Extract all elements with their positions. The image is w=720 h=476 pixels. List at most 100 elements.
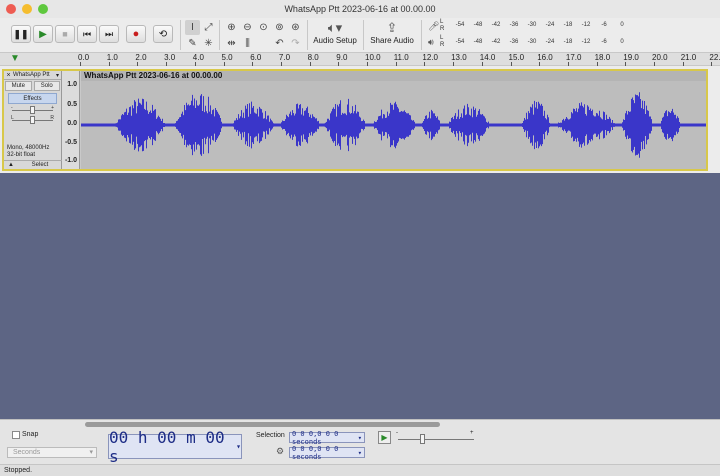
- track-control-panel: × WhatsApp Ptt ▾ Mute Solo Effects - + L…: [4, 71, 62, 169]
- ruler-label: 11.0: [393, 53, 409, 62]
- mute-button[interactable]: Mute: [5, 81, 32, 91]
- ruler-label: 17.0: [565, 53, 582, 62]
- skip-to-end-button[interactable]: ⏭: [99, 25, 119, 43]
- clip-title[interactable]: WhatsApp Ptt 2023-06-16 at 00.00.00: [81, 71, 706, 81]
- gear-icon[interactable]: ⚙: [276, 446, 284, 457]
- playback-meter-icon[interactable]: 🔊︎: [428, 37, 434, 48]
- ruler-label: 22.0: [709, 53, 720, 62]
- gain-knob[interactable]: [30, 106, 35, 114]
- timeline-ruler[interactable]: ▼ 0.0 1.0 2.0 3.0 4.0 5.0 6.0 7.0 8.0 9.0 10.0 11.0…: [0, 52, 720, 66]
- status-text: Stopped.: [4, 467, 33, 474]
- zoom-in-button[interactable]: ⊕: [224, 20, 239, 35]
- microphone-icon[interactable]: 🎤︎: [428, 21, 439, 32]
- snap-unit-select[interactable]: Seconds ▾: [7, 447, 97, 458]
- ruler-label: 13.0: [451, 53, 467, 62]
- track-name-menu[interactable]: WhatsApp Ptt: [13, 72, 56, 78]
- record-meter-scale[interactable]: -54 -48 -42 -36 -30 -24 -18 -12 -6 0: [452, 22, 630, 28]
- pencil-icon: ✎: [188, 38, 197, 49]
- main-toolbar: ❚❚ ▶ ■ ⏮ ⏭ ● ⟲ I ⤢ ✎ ✳ ⊕ ⊖ ⊙ ⊚ ⊛ ⇹ ⫼ ↶ ↷…: [0, 18, 720, 52]
- scale-label: 0.0: [67, 120, 77, 127]
- ruler-tick: [625, 62, 627, 66]
- record-meter-channels: LR: [440, 19, 445, 32]
- ruler-tick: [682, 62, 684, 66]
- speed-max-label: +: [470, 430, 474, 436]
- amplitude-scale[interactable]: 1.0 0.5 0.0 -0.5 -1.0: [62, 71, 80, 169]
- selection-end-field[interactable]: 0 0 0,0 0 0 seconds ▾: [289, 445, 365, 461]
- selection-label: Selection: [256, 432, 285, 439]
- solo-button[interactable]: Solo: [33, 81, 60, 91]
- play-at-speed-button[interactable]: ▶: [378, 431, 391, 444]
- loop-button[interactable]: ⟲: [153, 25, 173, 43]
- effects-button[interactable]: Effects: [8, 93, 57, 104]
- pause-button[interactable]: ❚❚: [11, 25, 31, 43]
- empty-track-area[interactable]: [0, 173, 720, 419]
- draw-tool[interactable]: ✎: [185, 36, 200, 51]
- audio-setup-button[interactable]: 🔈︎▾ Audio Setup: [312, 20, 358, 50]
- ruler-tick: [424, 62, 426, 66]
- minimize-window-button[interactable]: [22, 4, 32, 14]
- audio-clip[interactable]: WhatsApp Ptt 2023-06-16 at 00.00.00: [81, 71, 706, 169]
- audio-track[interactable]: × WhatsApp Ptt ▾ Mute Solo Effects - + L…: [2, 69, 708, 171]
- ruler-tick: [596, 62, 598, 66]
- trim-outside-button[interactable]: ⇹: [224, 36, 239, 51]
- share-icon: ⇪: [386, 20, 398, 35]
- selection-tool[interactable]: I: [185, 20, 200, 35]
- ruler-label: 3.0: [164, 53, 176, 62]
- scale-label: 1.0: [67, 81, 77, 88]
- ruler-tick: [137, 62, 139, 66]
- audacity-window: WhatsApp Ptt 2023-06-16 at 00.00.00 ❚❚ ▶…: [0, 0, 720, 476]
- redo-button[interactable]: ↷: [288, 36, 303, 51]
- ruler-label: 20.0: [652, 53, 668, 62]
- horizontal-scrollbar[interactable]: [0, 419, 720, 429]
- play-button[interactable]: ▶: [33, 25, 53, 43]
- chevron-down-icon: ▾: [89, 449, 93, 456]
- undo-button[interactable]: ↶: [272, 36, 287, 51]
- ruler-label: 8.0: [307, 53, 319, 62]
- selection-start-field[interactable]: 0 0 0,0 0 0 seconds ▾: [289, 430, 365, 446]
- selection-toolbar: Snap Seconds ▾ 00 h 00 m 00 s ▾ Selection …: [0, 428, 720, 466]
- ruler-tick: [223, 62, 225, 66]
- fit-selection-button[interactable]: ⊙: [256, 20, 271, 35]
- ruler-tick: [309, 62, 311, 66]
- silence-button[interactable]: ⫼: [240, 36, 255, 51]
- play-icon: ▶: [39, 28, 47, 40]
- snap-checkbox[interactable]: [12, 431, 20, 439]
- gain-slider[interactable]: - +: [8, 105, 57, 115]
- ruler-label: 16.0: [537, 53, 553, 62]
- ruler-tick: [567, 62, 569, 66]
- ruler-tick: [453, 62, 455, 66]
- silence-icon: ⫼: [245, 38, 250, 49]
- zoom-toggle-button[interactable]: ⊛: [288, 20, 303, 35]
- fit-project-button[interactable]: ⊚: [272, 20, 287, 35]
- zoom-window-button[interactable]: [38, 4, 48, 14]
- envelope-tool[interactable]: ⤢: [201, 20, 216, 35]
- ruler-tick: [280, 62, 282, 66]
- waveform[interactable]: [81, 81, 706, 169]
- close-track-icon[interactable]: ×: [4, 72, 13, 79]
- zoom-out-button[interactable]: ⊖: [240, 20, 255, 35]
- scrollbar-thumb[interactable]: [85, 422, 440, 427]
- snap-label: Snap: [22, 431, 39, 438]
- playback-speed-slider[interactable]: [398, 439, 474, 440]
- share-audio-label: Share Audio: [370, 36, 414, 45]
- multi-tool[interactable]: ✳: [201, 36, 216, 51]
- ruler-tick: [367, 62, 368, 66]
- pan-knob[interactable]: [30, 116, 35, 124]
- track-select-bar[interactable]: ▲ Select: [4, 160, 62, 169]
- share-audio-button[interactable]: ⇪ Share Audio: [368, 20, 416, 50]
- playback-meter-scale[interactable]: -54 -48 -42 -36 -30 -24 -18 -12 -6 0: [452, 39, 630, 45]
- undo-icon: ↶: [275, 38, 284, 49]
- pan-slider[interactable]: L R: [8, 115, 57, 125]
- play-head-icon[interactable]: ▼: [10, 54, 20, 64]
- record-button[interactable]: ●: [126, 25, 146, 43]
- skip-to-start-button[interactable]: ⏮: [77, 25, 97, 43]
- collapse-track-icon[interactable]: ▲: [4, 162, 18, 168]
- select-button[interactable]: Select: [18, 162, 62, 168]
- time-display[interactable]: 00 h 00 m 00 s ▾: [108, 428, 242, 466]
- close-window-button[interactable]: [6, 4, 16, 14]
- playback-speed-knob[interactable]: [420, 434, 425, 444]
- stop-button[interactable]: ■: [55, 25, 75, 43]
- chevron-down-icon[interactable]: ▾: [56, 72, 61, 79]
- ruler-tick: [108, 62, 110, 66]
- zoom-out-icon: ⊖: [243, 22, 252, 33]
